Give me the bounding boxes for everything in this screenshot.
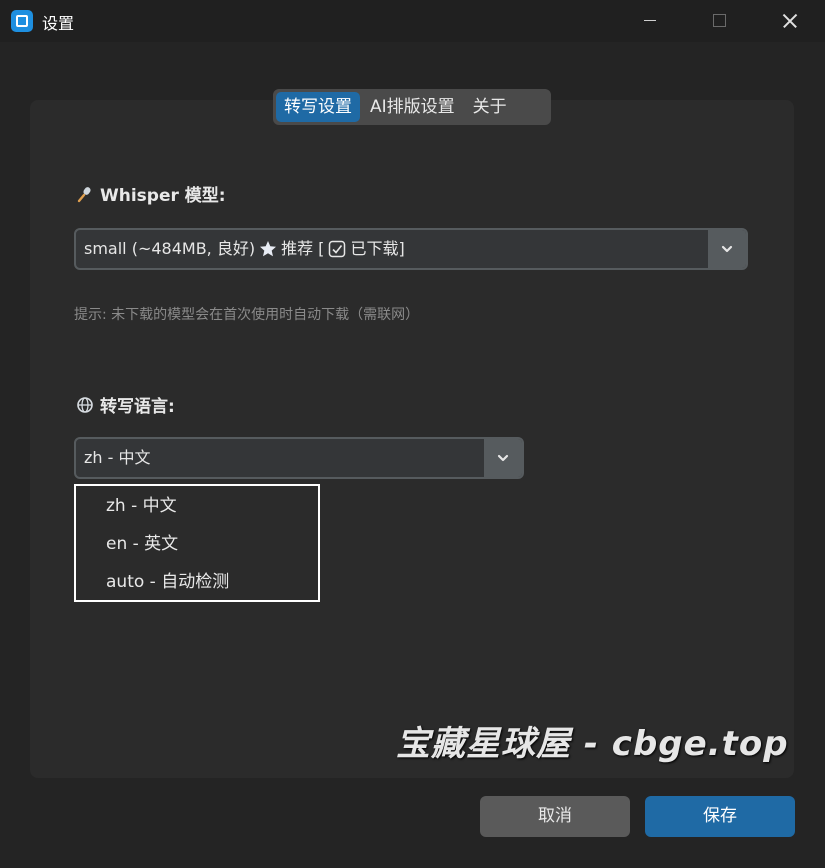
save-button[interactable]: 保存 bbox=[645, 796, 795, 837]
app-icon bbox=[11, 10, 33, 32]
language-dropdown-menu: zh - 中文 en - 英文 auto - 自动检测 bbox=[74, 484, 320, 602]
language-option-en[interactable]: en - 英文 bbox=[76, 525, 318, 563]
microphone-icon bbox=[77, 186, 91, 202]
model-selected-value: small (~484MB, 良好) 推荐 [ 已下载] bbox=[84, 230, 405, 268]
language-option-auto[interactable]: auto - 自动检测 bbox=[76, 563, 318, 601]
language-label-text: 转写语言: bbox=[100, 397, 175, 417]
minimize-button[interactable] bbox=[620, 0, 680, 42]
star-icon bbox=[260, 241, 277, 257]
language-selected-value: zh - 中文 bbox=[84, 448, 151, 467]
tab-ai-layout-settings[interactable]: AI排版设置 bbox=[362, 92, 463, 122]
watermark: 宝藏星球屋 - cbge.top bbox=[396, 724, 789, 764]
language-option-zh[interactable]: zh - 中文 bbox=[76, 487, 318, 525]
model-label-text: Whisper 模型: bbox=[100, 186, 226, 206]
download-hint: 提示: 未下载的模型会在首次使用时自动下载（需联网） bbox=[74, 307, 420, 323]
tab-transcription-settings[interactable]: 转写设置 bbox=[276, 92, 360, 122]
model-select[interactable]: small (~484MB, 良好) 推荐 [ 已下载] bbox=[74, 228, 748, 270]
language-select[interactable]: zh - 中文 bbox=[74, 437, 524, 479]
maximize-button[interactable] bbox=[690, 0, 750, 42]
tab-bar: 转写设置 AI排版设置 关于 bbox=[273, 89, 551, 125]
globe-icon bbox=[77, 396, 93, 413]
title-bar: 设置 bbox=[0, 0, 825, 42]
language-section-label: 转写语言: bbox=[76, 392, 175, 417]
window-title: 设置 bbox=[42, 14, 75, 33]
chevron-down-icon bbox=[721, 245, 733, 253]
model-section-label: Whisper 模型: bbox=[76, 181, 226, 206]
tab-about[interactable]: 关于 bbox=[465, 92, 515, 122]
check-box-icon bbox=[329, 240, 346, 258]
model-recommend-text: 推荐 [ bbox=[281, 239, 325, 258]
close-button[interactable] bbox=[760, 0, 820, 42]
language-dropdown-arrow[interactable] bbox=[484, 439, 522, 477]
model-downloaded-text: 已下载] bbox=[350, 239, 405, 258]
cancel-button[interactable]: 取消 bbox=[480, 796, 630, 837]
chevron-down-icon bbox=[497, 454, 509, 462]
model-selected-text: small (~484MB, 良好) bbox=[84, 239, 256, 258]
model-dropdown-arrow[interactable] bbox=[708, 230, 746, 268]
